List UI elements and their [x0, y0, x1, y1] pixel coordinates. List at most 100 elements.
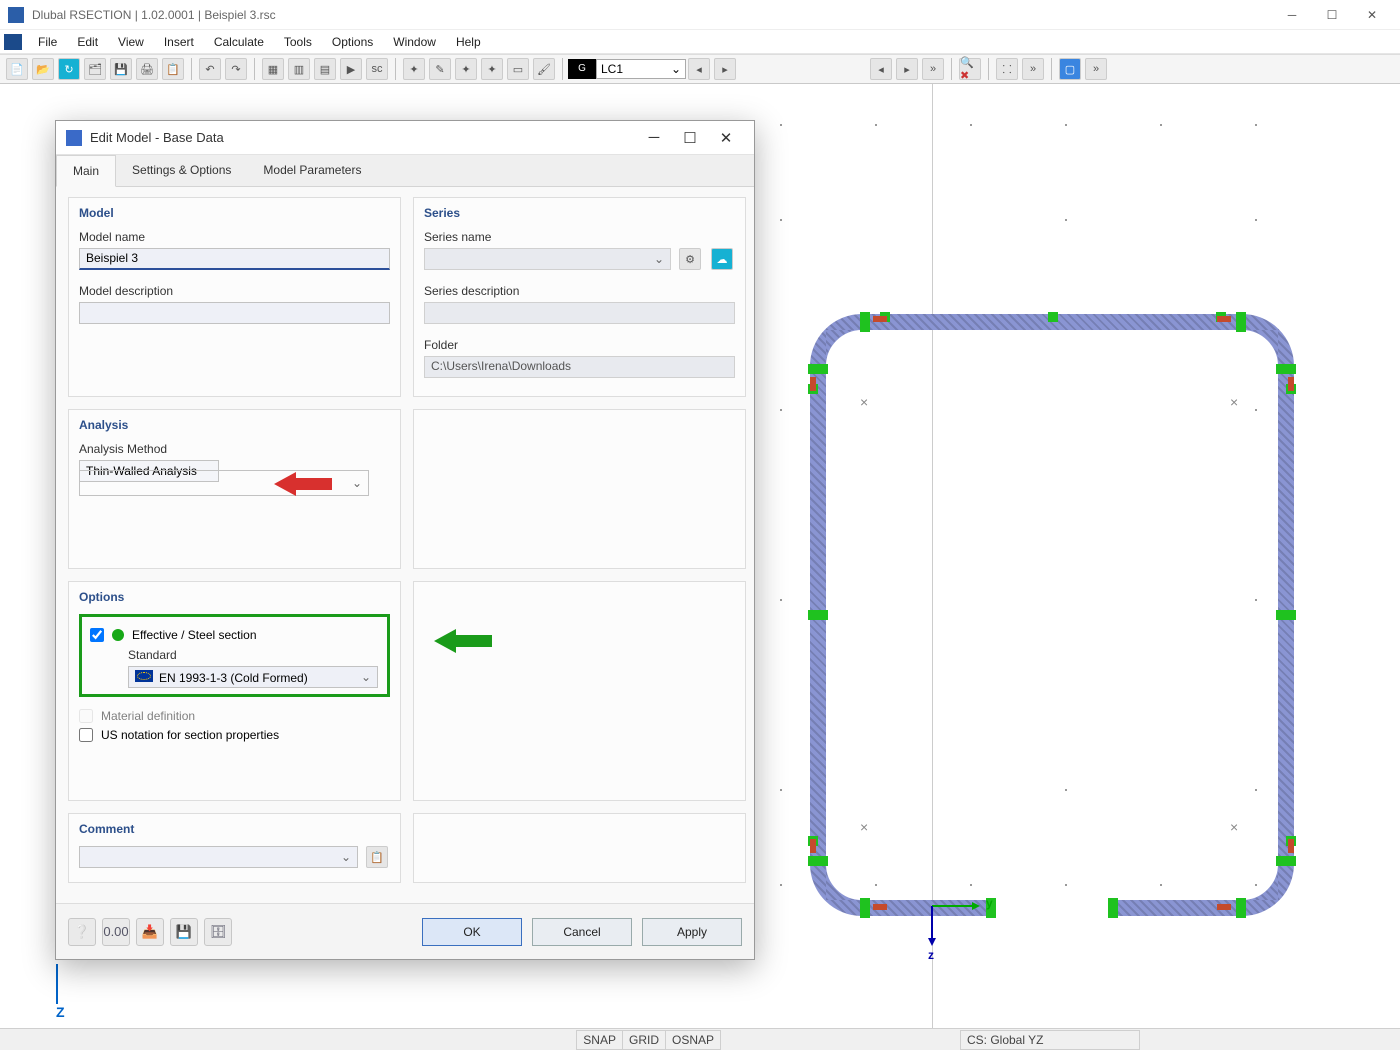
table3-icon[interactable]: ▤ [314, 58, 336, 80]
model-desc-input[interactable] [79, 302, 390, 324]
status-osnap[interactable]: OSNAP [665, 1030, 721, 1050]
new-icon[interactable]: 📄 [6, 58, 28, 80]
panel-analysis: Analysis Analysis Method Thin-Walled Ana… [68, 409, 401, 569]
material-def-label: Material definition [101, 709, 195, 723]
dialog-footer: ❔ 0.00 📥 💾 🗄 OK Cancel Apply [56, 903, 754, 959]
folder-input[interactable]: C:\Users\Irena\Downloads [424, 356, 735, 378]
save-dlg-icon[interactable]: 💾 [170, 918, 198, 946]
filter-off-icon[interactable]: 🔍✖ [959, 58, 981, 80]
loadcase-combo[interactable]: G LC1⌄ [568, 59, 686, 79]
menu-file[interactable]: File [28, 32, 67, 52]
tab-settings-options[interactable]: Settings & Options [116, 155, 247, 186]
star2-icon[interactable]: ✦ [455, 58, 477, 80]
project-icon[interactable]: 🗂 [84, 58, 106, 80]
menu-window[interactable]: Window [383, 32, 446, 52]
next2-icon[interactable]: ▸ [896, 58, 918, 80]
menu-help[interactable]: Help [446, 32, 491, 52]
material-def-checkbox [79, 709, 93, 723]
brush-icon[interactable]: 🖌 [533, 58, 555, 80]
options-highlighted-box: Effective / Steel section Standard EN 19… [79, 614, 390, 697]
chevron-down-icon: ⌄ [671, 62, 681, 76]
status-bar: SNAP GRID OSNAP CS: Global YZ [0, 1028, 1400, 1050]
effective-section-checkbox[interactable] [90, 628, 104, 642]
ok-button[interactable]: OK [422, 918, 522, 946]
wand-icon[interactable]: ✎ [429, 58, 451, 80]
dialog-maximize-icon[interactable]: ☐ [672, 129, 708, 147]
menu-calculate[interactable]: Calculate [204, 32, 274, 52]
chevron-down-icon: ⌄ [361, 670, 371, 684]
dialog-close-icon[interactable]: ✕ [708, 129, 744, 147]
more3-icon[interactable]: » [1085, 58, 1107, 80]
series-gear-icon[interactable]: ⚙ [679, 248, 701, 270]
units-icon[interactable]: 0.00 [102, 918, 130, 946]
undo-icon[interactable]: ↶ [199, 58, 221, 80]
title-bar: Dlubal RSECTION | 1.02.0001 | Beispiel 3… [0, 0, 1400, 30]
series-cloud-icon[interactable]: ☁ [711, 248, 733, 270]
chevron-down-icon: ⌄ [341, 850, 351, 864]
table-icon[interactable]: ▦ [262, 58, 284, 80]
import-icon[interactable]: 📥 [136, 918, 164, 946]
prev-lc-icon[interactable]: ◂ [688, 58, 710, 80]
open-icon[interactable]: 📂 [32, 58, 54, 80]
script-icon[interactable]: sc [366, 58, 388, 80]
redo-icon[interactable]: ↷ [225, 58, 247, 80]
comment-attach-icon[interactable]: 📋 [366, 846, 388, 868]
app-logo-icon [4, 34, 22, 50]
rect-icon[interactable]: ▭ [507, 58, 529, 80]
loadcase-selected: LC1 [601, 62, 623, 76]
series-desc-input[interactable] [424, 302, 735, 324]
axis-y-label: y [986, 896, 993, 910]
model-heading: Model [79, 206, 390, 220]
analysis-method-combo[interactable]: Thin-Walled Analysis [79, 460, 219, 482]
tab-model-parameters[interactable]: Model Parameters [247, 155, 377, 186]
apply-button[interactable]: Apply [642, 918, 742, 946]
star3-icon[interactable]: ✦ [481, 58, 503, 80]
cross-section: × × × × y z [810, 314, 1294, 916]
model-name-input[interactable]: Beispiel 3 [79, 248, 390, 270]
maximize-button[interactable]: ☐ [1312, 1, 1352, 29]
comment-combo[interactable]: ⌄ [79, 846, 358, 868]
menu-edit[interactable]: Edit [67, 32, 108, 52]
eu-flag-icon [135, 670, 153, 682]
print-icon[interactable]: 🖨 [136, 58, 158, 80]
dialog-titlebar[interactable]: Edit Model - Base Data ─ ☐ ✕ [56, 121, 754, 155]
nodes-icon[interactable]: ⸬ [996, 58, 1018, 80]
next-lc-icon[interactable]: ▸ [714, 58, 736, 80]
table2-icon[interactable]: ▥ [288, 58, 310, 80]
panel-analysis-right [413, 409, 746, 569]
menu-view[interactable]: View [108, 32, 154, 52]
options-heading: Options [79, 590, 390, 604]
report-icon[interactable]: 📋 [162, 58, 184, 80]
series-heading: Series [424, 206, 735, 220]
standard-combo[interactable]: EN 1993-1-3 (Cold Formed) ⌄ [128, 666, 378, 688]
dialog-minimize-icon[interactable]: ─ [636, 129, 672, 146]
panel-comment: Comment ⌄ 📋 [68, 813, 401, 883]
chevron-down-icon: ⌄ [654, 252, 664, 266]
star1-icon[interactable]: ✦ [403, 58, 425, 80]
panel-model: Model Model name Beispiel 3 Model descri… [68, 197, 401, 397]
close-button[interactable]: ✕ [1352, 1, 1392, 29]
help-icon[interactable]: ❔ [68, 918, 96, 946]
menu-insert[interactable]: Insert [154, 32, 204, 52]
minimize-button[interactable]: ─ [1272, 1, 1312, 29]
refresh-icon[interactable]: ↻ [58, 58, 80, 80]
menu-tools[interactable]: Tools [274, 32, 322, 52]
status-grid[interactable]: GRID [622, 1030, 666, 1050]
status-snap[interactable]: SNAP [576, 1030, 623, 1050]
us-notation-checkbox[interactable] [79, 728, 93, 742]
view-icon[interactable]: ▢ [1059, 58, 1081, 80]
series-name-combo[interactable]: ⌄ [424, 248, 671, 270]
save-icon[interactable]: 💾 [110, 58, 132, 80]
panel-series: Series Series name ⌄ ⚙ ☁ Series descript… [413, 197, 746, 397]
calc-icon[interactable]: ▶ [340, 58, 362, 80]
model-desc-label: Model description [79, 284, 390, 298]
more-icon[interactable]: » [922, 58, 944, 80]
analysis-method-value: Thin-Walled Analysis [86, 464, 197, 478]
menu-bar: File Edit View Insert Calculate Tools Op… [0, 30, 1400, 54]
db-icon[interactable]: 🗄 [204, 918, 232, 946]
menu-options[interactable]: Options [322, 32, 383, 52]
tab-main[interactable]: Main [56, 155, 116, 187]
prev2-icon[interactable]: ◂ [870, 58, 892, 80]
more2-icon[interactable]: » [1022, 58, 1044, 80]
cancel-button[interactable]: Cancel [532, 918, 632, 946]
